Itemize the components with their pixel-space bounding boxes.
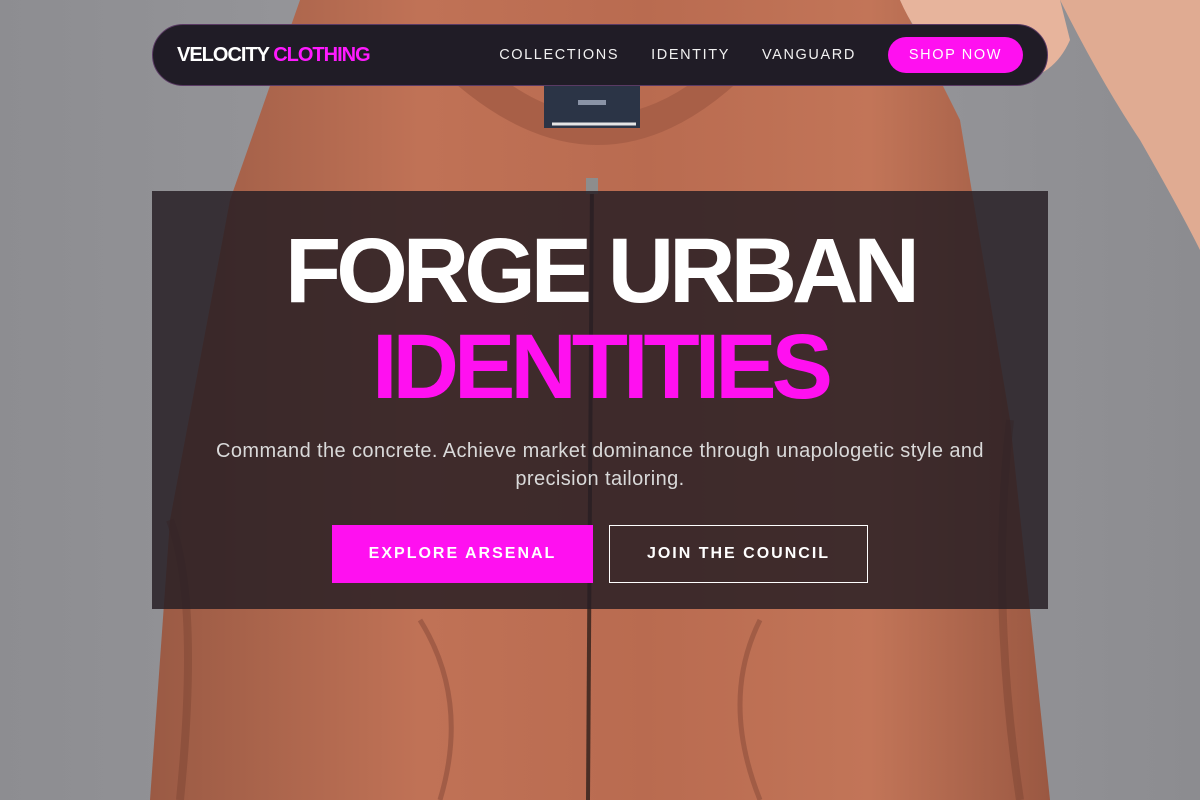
brand-name-accent: CLOTHING [273, 43, 370, 66]
hero-cta-row: EXPLORE ARSENAL JOIN THE COUNCIL [152, 525, 1048, 583]
explore-arsenal-button[interactable]: EXPLORE ARSENAL [332, 525, 593, 583]
join-council-button[interactable]: JOIN THE COUNCIL [609, 525, 868, 583]
hero-headline-line2: IDENTITIES [371, 316, 833, 418]
navbar: VELOCITY CLOTHING COLLECTIONS IDENTITY V… [152, 24, 1048, 86]
nav-links: COLLECTIONS IDENTITY VANGUARD SHOP NOW [499, 37, 1023, 73]
hero-panel: FORGE URBAN IDENTITIES Command the concr… [152, 191, 1048, 609]
nav-link-collections[interactable]: COLLECTIONS [499, 47, 619, 63]
hero-subtitle: Command the concrete. Achieve market dom… [216, 440, 984, 490]
hero-headline-line1: FORGE URBAN [285, 220, 920, 322]
brand-name-primary: VELOCITY [177, 43, 270, 66]
shop-now-button[interactable]: SHOP NOW [887, 37, 1023, 73]
nav-link-identity[interactable]: IDENTITY [651, 47, 730, 63]
nav-link-vanguard[interactable]: VANGUARD [762, 47, 856, 63]
brand-logo[interactable]: VELOCITY CLOTHING [177, 43, 371, 67]
